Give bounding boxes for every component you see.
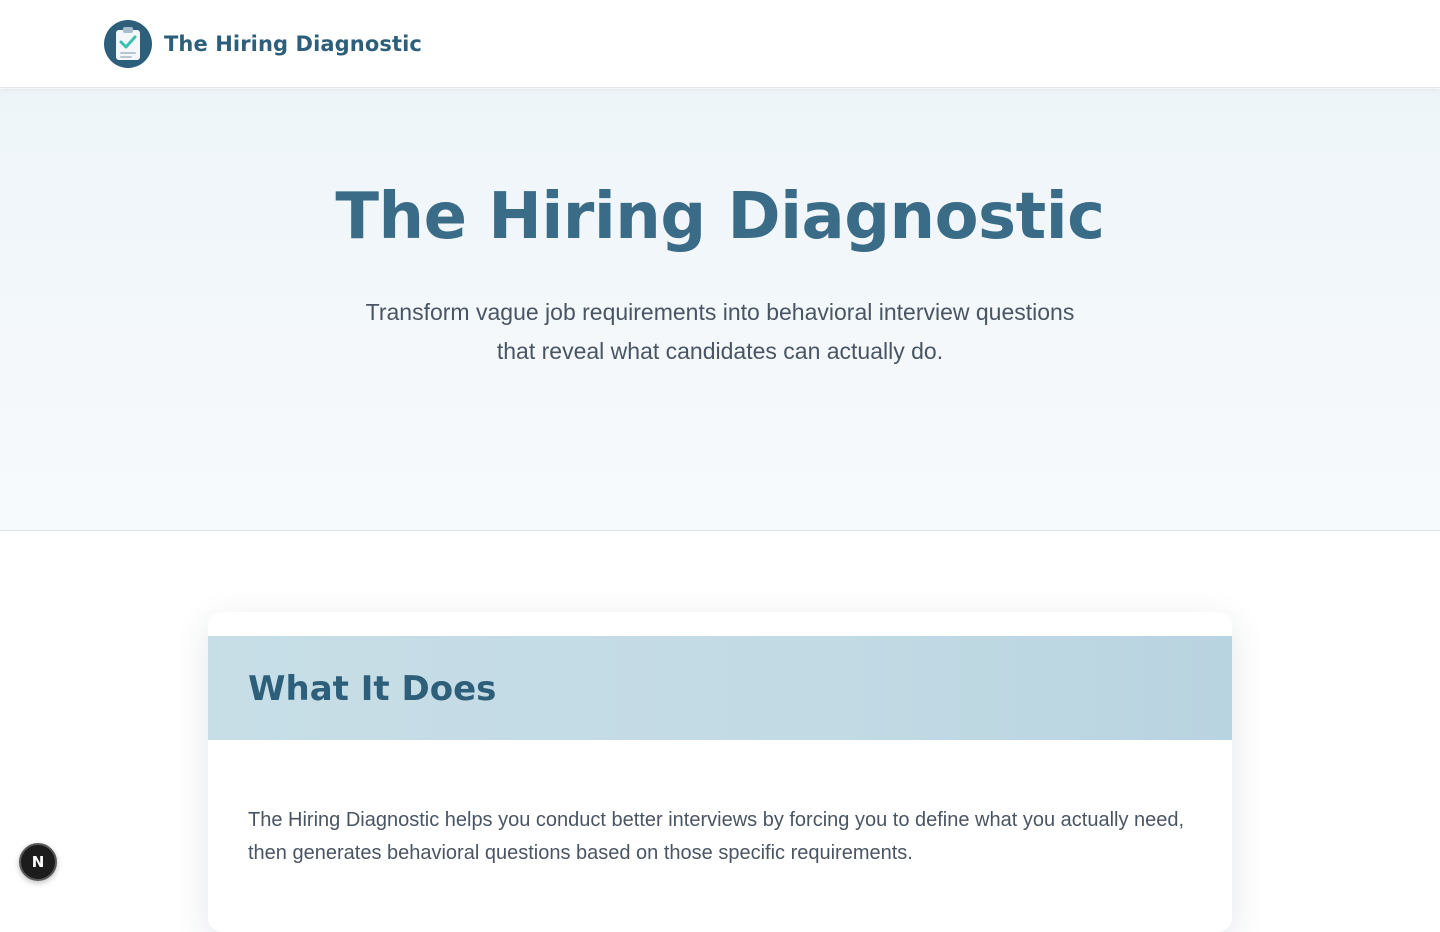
brand-home-link[interactable]: The Hiring Diagnostic [104, 20, 422, 68]
hero-subtitle: Transform vague job requirements into be… [340, 293, 1100, 371]
dev-tools-badge-label: N [31, 853, 45, 871]
card-header: What It Does [208, 636, 1232, 740]
hero-section: The Hiring Diagnostic Transform vague jo… [0, 89, 1440, 531]
hero-subtitle-line-2: that reveal what candidates can actually… [496, 338, 944, 364]
card-description-line-1: The Hiring Diagnostic helps you conduct … [248, 809, 1185, 831]
hero-title: The Hiring Diagnostic [335, 180, 1105, 254]
card-title: What It Does [248, 669, 497, 709]
dev-tools-badge[interactable]: N [19, 843, 57, 881]
clipboard-check-icon [104, 20, 152, 68]
card-description: The Hiring Diagnostic helps you conduct … [248, 804, 1208, 870]
site-header: The Hiring Diagnostic [0, 0, 1440, 88]
card-description-line-2: then generates behavioral questions base… [248, 842, 913, 864]
what-it-does-card: What It Does The Hiring Diagnostic helps… [208, 612, 1232, 932]
brand-name: The Hiring Diagnostic [164, 32, 422, 56]
hero-subtitle-line-1: Transform vague job requirements into be… [365, 299, 1075, 325]
